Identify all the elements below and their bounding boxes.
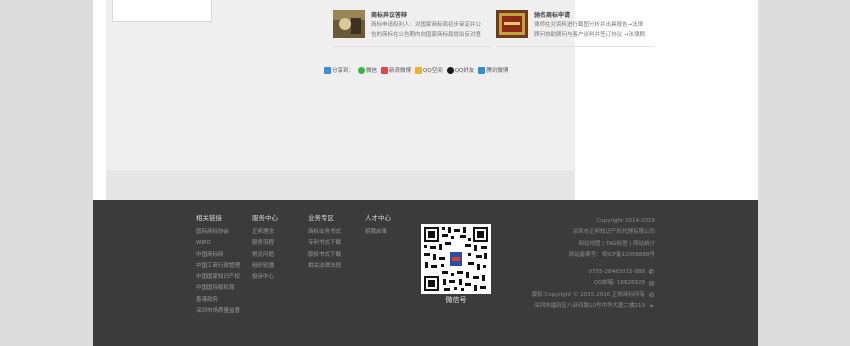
footer-link[interactable]: 正邦理念	[252, 227, 278, 238]
address-row: 深圳市福田区八卦四路10号中华大厦二楼219 ⌖	[532, 301, 655, 312]
service-thumbnail[interactable]	[333, 10, 365, 38]
copyright-text: Copyright 2014-2018	[596, 218, 655, 224]
qq-icon	[446, 66, 454, 74]
footer-col-title: 服务中心	[252, 214, 278, 222]
footer-col-title: 相关链接	[196, 214, 222, 222]
email-row: QQ邮箱: 16628928 ✉	[532, 278, 655, 289]
footer-nav-links[interactable]: 网站地图 | TAG标签 | 网站统计	[532, 239, 655, 250]
footer-link[interactable]: 中国国家知识产权	[196, 272, 240, 283]
address-text: 深圳市福田区八卦四路10号中华大厦二楼219	[534, 303, 645, 310]
footer-link[interactable]: 中国工商行政管理	[196, 261, 240, 272]
footer-link[interactable]: 专利书式下载	[308, 238, 341, 249]
footer-col-business: 业务专区 商标业务书式 专利书式下载 版权书式下载 相关法律法规	[308, 213, 341, 272]
footer-link[interactable]: 香港政府	[196, 295, 240, 306]
phone-icon: ✆	[648, 268, 655, 277]
rights-text: 版权:Copyright © 2015-2016 正邦商标所有	[531, 291, 645, 298]
share-tencent-weibo[interactable]: 腾讯微博	[478, 66, 508, 74]
footer-col-title: 人才中心	[365, 214, 391, 222]
qzone-icon	[415, 66, 423, 74]
content-panel-bottom	[106, 170, 575, 200]
rights-row: 版权:Copyright © 2015-2016 正邦商标所有 ⊘	[532, 290, 655, 301]
footer-link[interactable]: 组织轮播	[252, 261, 278, 272]
footer-contact: Copyright 2014-2018 深圳市正邦知识产权代理有限公司 网站地图…	[532, 216, 655, 312]
share-bar: 分享到： 微信 新浪微博 QQ空间 QQ好友 腾讯微博	[324, 66, 512, 74]
share-wechat[interactable]: 微信	[358, 66, 377, 74]
card-description: 律师在对资料进行截图分析并出具报告→法律 顾问协助顾问与客户谈判并签订协议 →法…	[534, 22, 645, 38]
footer-link[interactable]: 深圳市场质量监督	[196, 306, 240, 317]
share-sina-weibo[interactable]: 新浪微博	[381, 66, 411, 74]
location-pin-icon: ⌖	[649, 302, 654, 311]
footer-link[interactable]: 商标业务书式	[308, 227, 341, 238]
company-name: 深圳市正邦知识产权代理有限公司	[572, 229, 655, 236]
footer-col-title: 业务专区	[308, 214, 334, 222]
card-description: 商标申请权利人：对国家商标局初步审定并公 告的商标在公告期内向国家商标局提出反对…	[371, 22, 482, 38]
footer-col-service: 服务中心 正邦理念 服务流程 常见问题 组织轮播 投诉中心	[252, 213, 278, 283]
footer-link[interactable]: 投诉中心	[252, 272, 278, 283]
share-icon	[324, 66, 331, 74]
footer-link[interactable]: 服务流程	[252, 238, 278, 249]
wechat-qr-code	[421, 224, 491, 294]
mail-icon: ✉	[648, 279, 655, 288]
footer-link[interactable]: 常见问题	[252, 250, 278, 261]
link-icon: ⊘	[648, 290, 655, 299]
share-qzone[interactable]: QQ空间	[415, 66, 443, 74]
footer-link[interactable]: 相关法律法规	[308, 261, 341, 272]
phone-row: 0755-28483015-888 ✆	[532, 267, 655, 278]
footer-link[interactable]: 国际商标协会	[196, 227, 240, 238]
share-label: 分享到：	[324, 66, 354, 74]
footer-link[interactable]: 版权书式下载	[308, 250, 341, 261]
divider	[333, 46, 491, 47]
qr-label: 微信号	[445, 296, 467, 304]
qq-email: QQ邮箱: 16628928	[593, 280, 645, 287]
card-title[interactable]: 商标异议答辩	[371, 10, 407, 19]
share-qq-friend[interactable]: QQ好友	[446, 66, 474, 74]
icp-number[interactable]: 网站备案号：粤ICP备12058888号	[532, 250, 655, 261]
wechat-icon	[358, 66, 366, 74]
service-thumbnail[interactable]	[496, 10, 528, 38]
footer-link[interactable]: 招聘启事	[365, 227, 391, 238]
footer-col-links: 相关链接 国际商标协会 WIPO 中国商标网 中国工商行政管理 中国国家知识产权…	[196, 213, 240, 317]
divider	[496, 46, 654, 47]
footer-col-careers: 人才中心 招聘启事	[365, 213, 391, 238]
footer-link[interactable]: 中国国际版权局	[196, 283, 240, 294]
phone-number: 0755-28483015-888	[588, 269, 645, 276]
weibo-icon	[381, 66, 389, 74]
card-title[interactable]: 驰名商标申请	[534, 10, 570, 19]
footer-link[interactable]: 中国商标网	[196, 250, 240, 261]
sidebar-box	[112, 0, 212, 22]
tencent-weibo-icon	[478, 66, 486, 74]
footer-link[interactable]: WIPO	[196, 238, 240, 249]
